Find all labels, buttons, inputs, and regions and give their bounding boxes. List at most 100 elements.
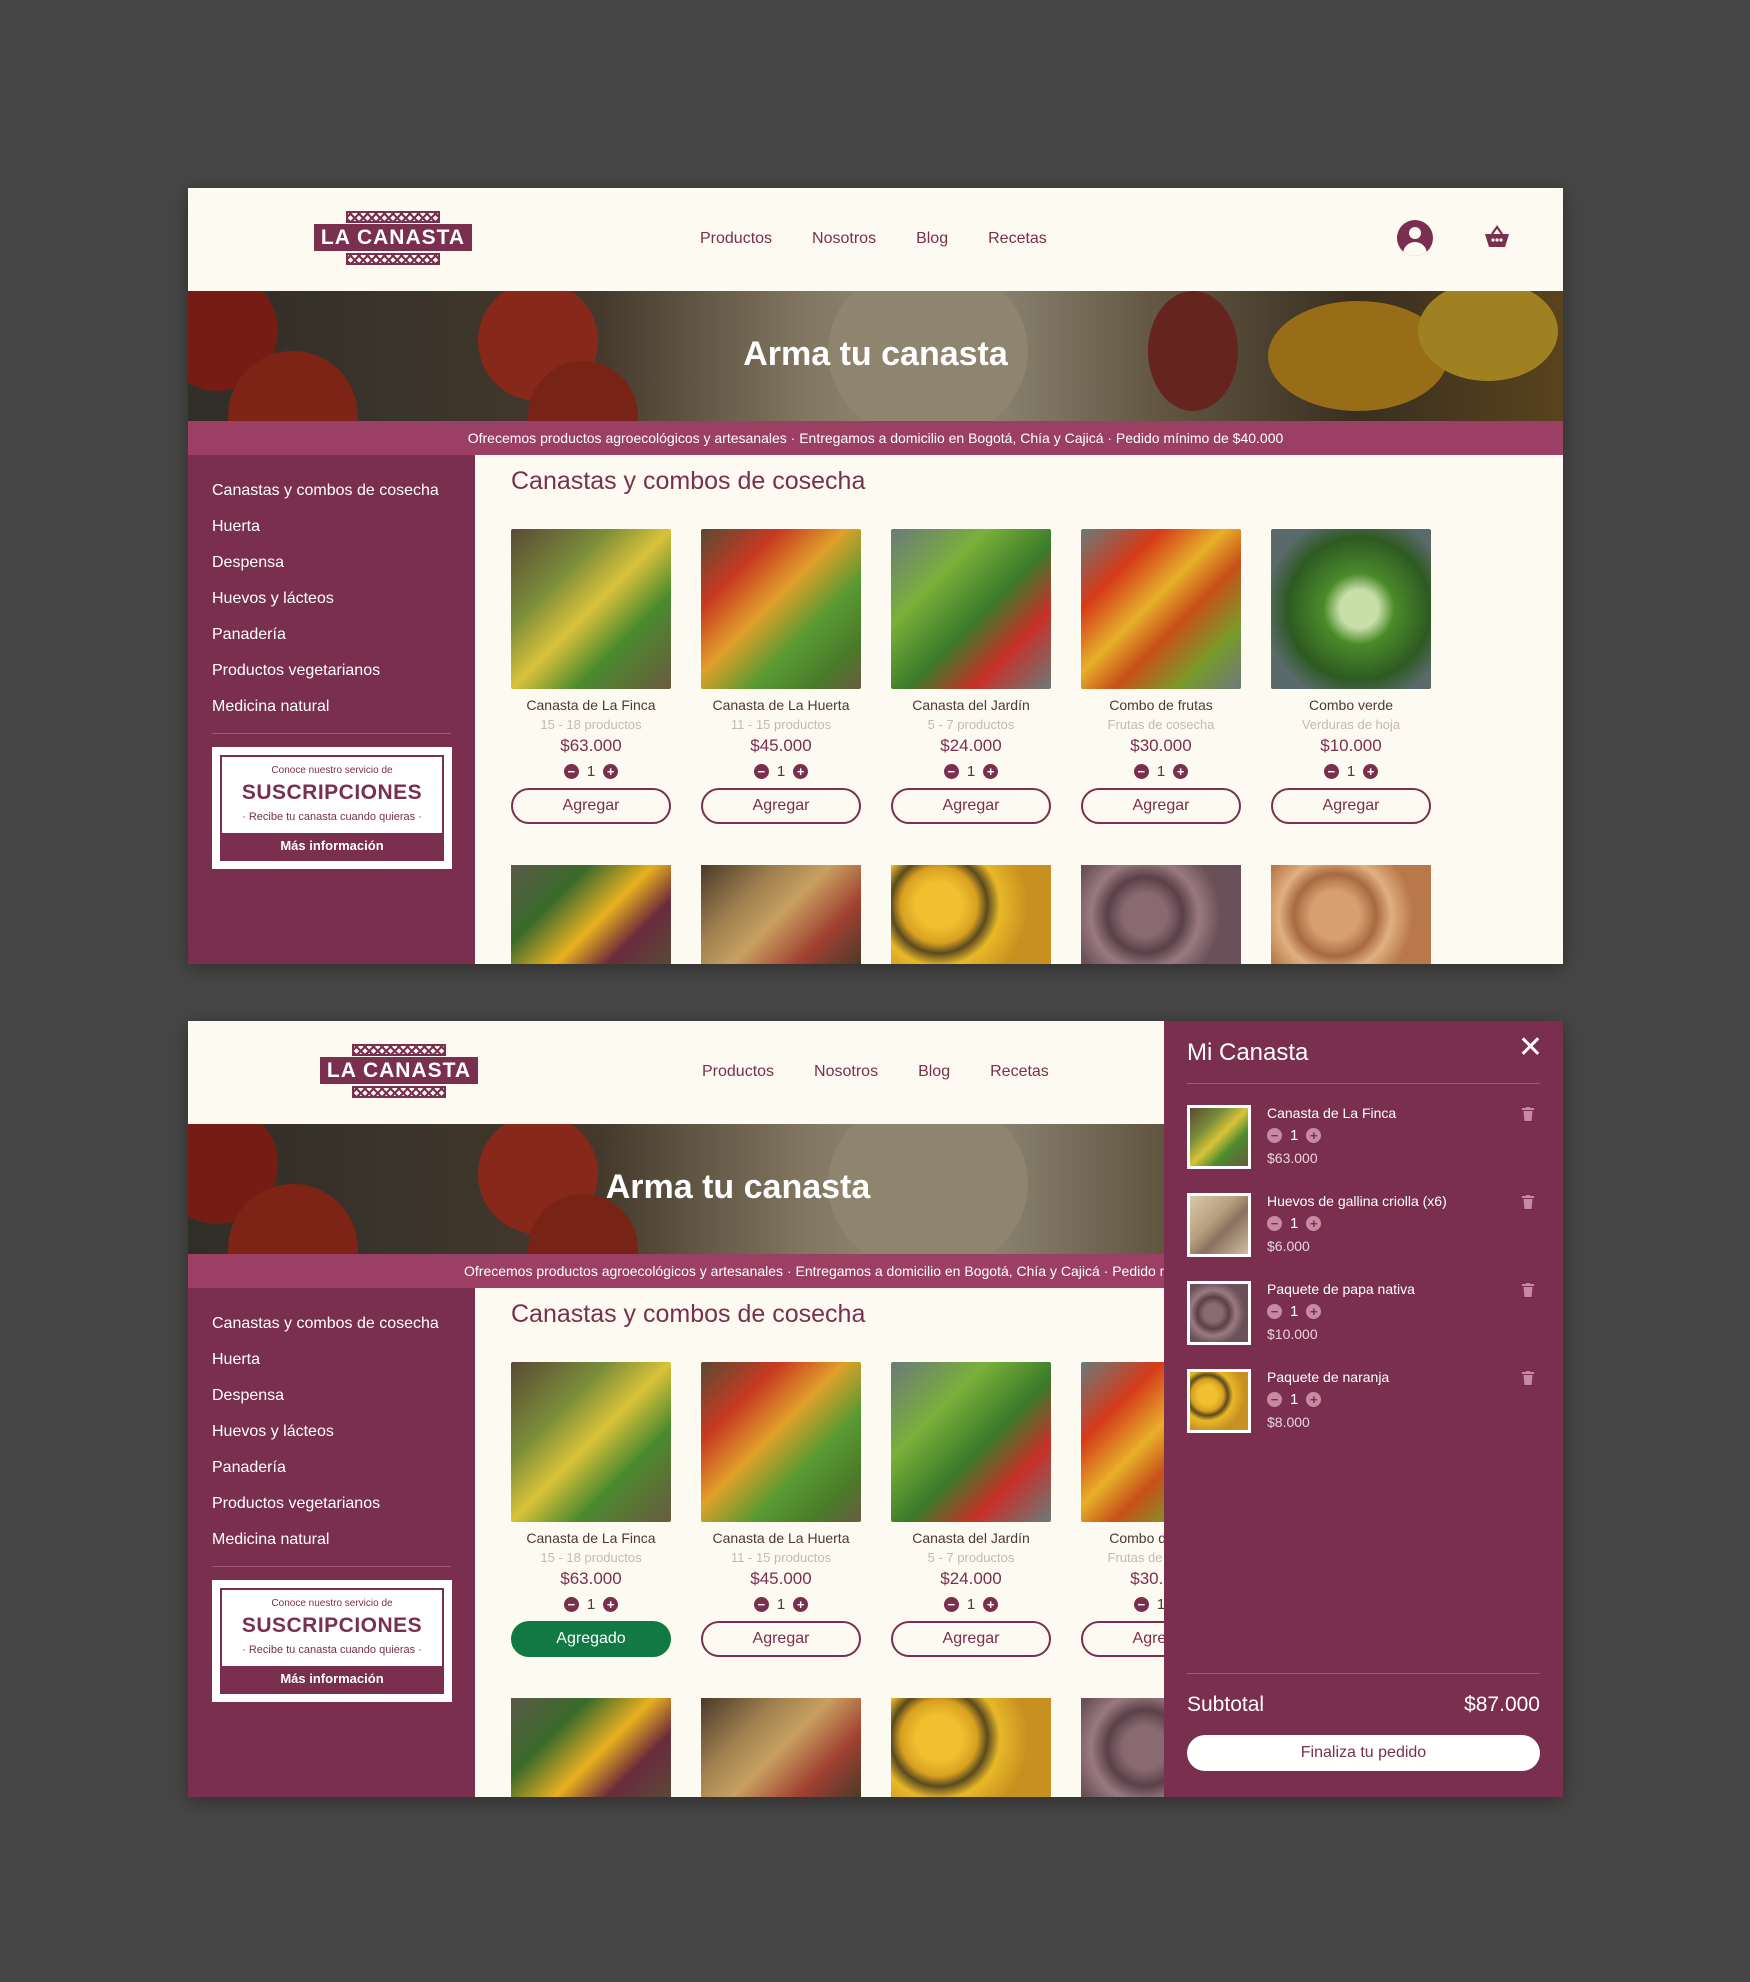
- product-image[interactable]: [511, 1362, 671, 1522]
- product-image[interactable]: [1081, 865, 1241, 964]
- close-icon[interactable]: ✕: [1518, 1033, 1543, 1063]
- minus-button[interactable]: −: [1267, 1304, 1282, 1319]
- product-image[interactable]: [701, 1362, 861, 1522]
- nav-recetas[interactable]: Recetas: [990, 1063, 1049, 1081]
- plus-button[interactable]: +: [1306, 1304, 1322, 1319]
- minus-button[interactable]: −: [1323, 763, 1339, 779]
- product-price: $30.000: [1130, 736, 1192, 755]
- quantity-stepper: −1 +: [1267, 1127, 1322, 1144]
- cart-item-price: $8.000: [1267, 1414, 1310, 1430]
- nav-blog[interactable]: Blog: [916, 230, 948, 248]
- plus-button[interactable]: +: [793, 1596, 809, 1612]
- minus-button[interactable]: −: [1133, 763, 1149, 779]
- plus-button[interactable]: +: [1306, 1392, 1322, 1407]
- logo-wordmark: LA CANASTA: [320, 1057, 478, 1084]
- quantity-stepper: −1 +: [1081, 762, 1241, 780]
- plus-button[interactable]: +: [603, 1596, 619, 1612]
- nav-productos[interactable]: Productos: [700, 230, 772, 248]
- product-image[interactable]: [891, 529, 1051, 689]
- product-image[interactable]: [1081, 529, 1241, 689]
- product-price: $63.000: [560, 1569, 622, 1588]
- add-to-cart-button[interactable]: Agregar: [511, 788, 671, 824]
- subscription-card[interactable]: Conoce nuestro servicio de SUSCRIPCIONES…: [212, 1580, 452, 1702]
- category-despensa[interactable]: Despensa: [212, 545, 475, 581]
- brand-logo[interactable]: LA CANASTA: [314, 211, 472, 265]
- category-huerta[interactable]: Huerta: [212, 509, 475, 545]
- minus-button[interactable]: −: [943, 1596, 959, 1612]
- add-to-cart-button[interactable]: Agregar: [1271, 788, 1431, 824]
- minus-button[interactable]: −: [753, 763, 769, 779]
- minus-button[interactable]: −: [1267, 1216, 1282, 1231]
- category-medicina-natural[interactable]: Medicina natural: [212, 1522, 475, 1558]
- minus-button[interactable]: −: [1267, 1392, 1282, 1407]
- category-panaderia[interactable]: Panadería: [212, 617, 475, 653]
- trash-icon[interactable]: [1522, 1371, 1534, 1385]
- user-icon[interactable]: [1397, 220, 1433, 256]
- subscription-intro: Conoce nuestro servicio de: [271, 1598, 393, 1609]
- nav-nosotros[interactable]: Nosotros: [812, 230, 876, 248]
- basket-icon[interactable]: [1484, 224, 1510, 250]
- checkout-button[interactable]: Finaliza tu pedido: [1187, 1735, 1540, 1771]
- category-vegetarianos[interactable]: Productos vegetarianos: [212, 1486, 475, 1522]
- product-image[interactable]: [891, 865, 1051, 964]
- category-huevos-lacteos[interactable]: Huevos y lácteos: [212, 581, 475, 617]
- minus-button[interactable]: −: [563, 763, 579, 779]
- category-vegetarianos[interactable]: Productos vegetarianos: [212, 653, 475, 689]
- product-area: Canastas y combos de cosecha Canasta de …: [475, 455, 1563, 964]
- plus-button[interactable]: +: [1173, 763, 1189, 779]
- cart-item-name: Paquete de papa nativa: [1267, 1281, 1415, 1297]
- nav-nosotros[interactable]: Nosotros: [814, 1063, 878, 1081]
- nav-blog[interactable]: Blog: [918, 1063, 950, 1081]
- product-image[interactable]: [891, 1698, 1051, 1797]
- product-image[interactable]: [701, 1698, 861, 1797]
- add-to-cart-button[interactable]: Agregar: [1081, 788, 1241, 824]
- category-huerta[interactable]: Huerta: [212, 1342, 475, 1378]
- hero-title: Arma tu canasta: [743, 335, 1008, 373]
- product-image[interactable]: [891, 1362, 1051, 1522]
- minus-button[interactable]: −: [563, 1596, 579, 1612]
- subscription-card-frame: Conoce nuestro servicio de SUSCRIPCIONES…: [220, 755, 444, 861]
- minus-button[interactable]: −: [753, 1596, 769, 1612]
- plus-button[interactable]: +: [1306, 1216, 1322, 1231]
- nav-productos[interactable]: Productos: [702, 1063, 774, 1081]
- plus-button[interactable]: +: [983, 1596, 999, 1612]
- plus-button[interactable]: +: [983, 763, 999, 779]
- product-image[interactable]: [701, 865, 861, 964]
- category-panaderia[interactable]: Panadería: [212, 1450, 475, 1486]
- category-medicina-natural[interactable]: Medicina natural: [212, 689, 475, 725]
- category-huevos-lacteos[interactable]: Huevos y lácteos: [212, 1414, 475, 1450]
- plus-button[interactable]: +: [1363, 763, 1379, 779]
- trash-icon[interactable]: [1522, 1195, 1534, 1209]
- quantity-stepper: −1 +: [511, 1595, 671, 1613]
- logo-pattern-bottom: [346, 253, 440, 265]
- product-image[interactable]: [511, 529, 671, 689]
- trash-icon[interactable]: [1522, 1283, 1534, 1297]
- product-card: Canasta del Jardín 5 - 7 productos $24.0…: [891, 1362, 1051, 1657]
- add-to-cart-button[interactable]: Agregar: [701, 1621, 861, 1657]
- category-canastas[interactable]: Canastas y combos de cosecha: [212, 473, 475, 509]
- plus-button[interactable]: +: [603, 763, 619, 779]
- product-image[interactable]: [511, 865, 671, 964]
- added-to-cart-button[interactable]: Agregado: [511, 1621, 671, 1657]
- subscription-more-info-button[interactable]: Más información: [222, 1666, 442, 1692]
- trash-icon[interactable]: [1522, 1107, 1534, 1121]
- add-to-cart-button[interactable]: Agregar: [701, 788, 861, 824]
- subscription-more-info-button[interactable]: Más información: [222, 833, 442, 859]
- minus-button[interactable]: −: [943, 763, 959, 779]
- subscription-card[interactable]: Conoce nuestro servicio de SUSCRIPCIONES…: [212, 747, 452, 869]
- plus-button[interactable]: +: [793, 763, 809, 779]
- minus-button[interactable]: −: [1267, 1128, 1282, 1143]
- add-to-cart-button[interactable]: Agregar: [891, 788, 1051, 824]
- nav-recetas[interactable]: Recetas: [988, 230, 1047, 248]
- plus-button[interactable]: +: [1306, 1128, 1322, 1143]
- product-image[interactable]: [1271, 865, 1431, 964]
- cart-item-image: [1187, 1281, 1251, 1345]
- product-image[interactable]: [701, 529, 861, 689]
- product-image[interactable]: [511, 1698, 671, 1797]
- add-to-cart-button[interactable]: Agregar: [891, 1621, 1051, 1657]
- product-image[interactable]: [1271, 529, 1431, 689]
- minus-button[interactable]: −: [1133, 1596, 1149, 1612]
- category-despensa[interactable]: Despensa: [212, 1378, 475, 1414]
- category-canastas[interactable]: Canastas y combos de cosecha: [212, 1306, 475, 1342]
- brand-logo[interactable]: LA CANASTA: [320, 1044, 478, 1098]
